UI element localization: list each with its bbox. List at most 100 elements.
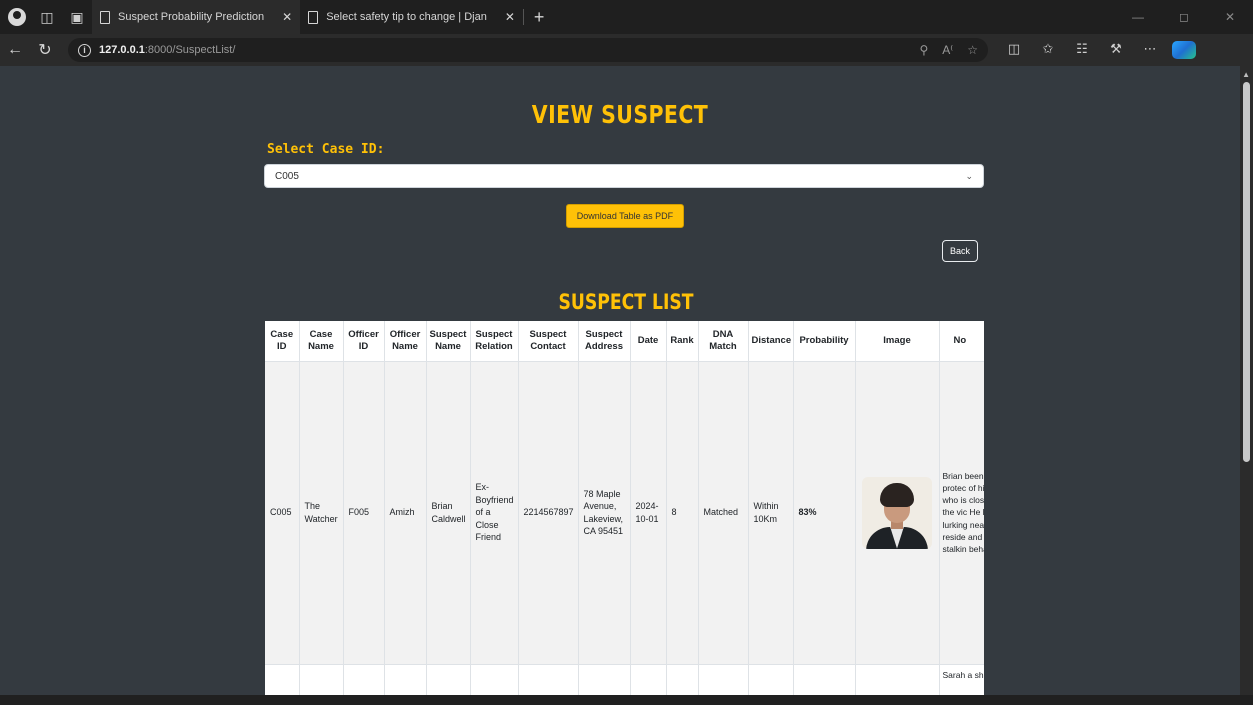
header-rank: Rank: [666, 321, 699, 362]
suspect-table-container[interactable]: Case ID Case Name Officer ID Officer Nam…: [265, 321, 984, 695]
cell-date: 2024-10-01: [630, 361, 667, 665]
header-dna-match: DNA Match: [698, 321, 749, 362]
cell-probability: [793, 664, 856, 695]
scrollbar-thumb[interactable]: [1243, 82, 1250, 462]
url-port: :8000: [144, 44, 173, 56]
cell-suspect-name: Brian Caldwell: [426, 361, 471, 665]
url-host: 127.0.0.1: [99, 44, 145, 56]
new-tab-icon[interactable]: +: [524, 7, 555, 28]
cell-case-id: C005: [265, 361, 300, 665]
suspect-list-title: SUSPECT LIST: [558, 290, 694, 314]
header-suspect-contact: Suspect Contact: [518, 321, 579, 362]
address-bar: ← ↻ i 127.0.0.1:8000/SuspectList/ ⚲ A⁽ ☆…: [0, 34, 1253, 66]
page-icon: [308, 10, 319, 24]
header-case-name: Case Name: [299, 321, 344, 362]
header-case-id: Case ID: [265, 321, 300, 362]
restore-icon[interactable]: ◻: [1161, 10, 1207, 24]
url-actions: ⚲ A⁽ ☆: [919, 43, 978, 57]
refresh-icon[interactable]: ↻: [30, 40, 60, 60]
cell-officer-name: Amizh: [384, 361, 427, 665]
cell-suspect-contact: 2214567897: [518, 361, 579, 665]
info-icon[interactable]: i: [78, 43, 91, 57]
header-distance: Distance: [748, 321, 794, 362]
header-suspect-name: Suspect Name: [426, 321, 471, 362]
more-options-icon[interactable]: ⋯: [1138, 41, 1162, 59]
tab-title: Suspect Probability Prediction: [118, 11, 265, 23]
header-image: Image: [855, 321, 940, 362]
window-controls: — ◻ ✕: [1115, 10, 1253, 24]
suspect-table: Case ID Case Name Officer ID Officer Nam…: [265, 321, 984, 695]
header-suspect-relation: Suspect Relation: [470, 321, 519, 362]
table-header-row: Case ID Case Name Officer ID Officer Nam…: [265, 321, 984, 362]
scroll-up-arrow-icon[interactable]: ▲: [1242, 70, 1250, 79]
favorite-star-icon[interactable]: ☆: [967, 43, 978, 57]
cell-probability: 83%: [793, 361, 856, 665]
header-notes: No: [939, 321, 984, 362]
cell-suspect-address: 78 Maple Avenue, Lakeview, CA 95451: [578, 361, 631, 665]
close-icon[interactable]: ✕: [505, 10, 515, 24]
toolbar-buttons: ◫ ✩ ☷ ⚒ ⋯: [1002, 41, 1196, 59]
case-select-label: Select Case ID:: [267, 142, 385, 157]
tab-suspect-probability[interactable]: Suspect Probability Prediction ✕: [92, 0, 301, 34]
close-icon[interactable]: ✕: [282, 10, 292, 24]
case-id-select[interactable]: C005 ⌄: [264, 164, 984, 188]
favorites-icon[interactable]: ✩: [1036, 41, 1060, 59]
table-row: Sarah a shor: [265, 664, 984, 695]
cell-suspect-name: [426, 664, 471, 695]
page-icon: [100, 10, 110, 24]
cell-notes: Sarah a shor: [939, 664, 984, 695]
tab-safety-tip[interactable]: Select safety tip to change | Djan ✕: [300, 0, 523, 34]
cell-notes: Brian been obsess protec of his girlfrie…: [939, 361, 984, 665]
extensions-icon[interactable]: ⚒: [1104, 41, 1128, 59]
read-aloud-icon[interactable]: A⁽: [942, 43, 953, 57]
download-pdf-button[interactable]: Download Table as PDF: [566, 204, 684, 228]
cell-suspect-address: [578, 664, 631, 695]
profile-icon[interactable]: [8, 8, 26, 26]
cell-case-name: The Watcher: [299, 361, 344, 665]
chevron-down-icon: ⌄: [965, 170, 973, 181]
page-content: VIEW SUSPECT Select Case ID: C005 ⌄ Down…: [0, 66, 1240, 695]
copilot-icon[interactable]: [1172, 41, 1196, 59]
cell-officer-name: [384, 664, 427, 695]
cell-case-id: [265, 664, 300, 695]
minimize-icon[interactable]: —: [1115, 10, 1161, 24]
header-probability: Probability: [793, 321, 856, 362]
header-suspect-address: Suspect Address: [578, 321, 631, 362]
header-date: Date: [630, 321, 667, 362]
cell-image: [855, 361, 940, 665]
split-screen-icon[interactable]: ◫: [1002, 41, 1026, 59]
window-close-icon[interactable]: ✕: [1207, 10, 1253, 24]
cell-image: [855, 664, 940, 695]
tab-title: Select safety tip to change | Djan: [326, 11, 487, 23]
page-title: VIEW SUSPECT: [531, 100, 709, 129]
header-officer-id: Officer ID: [343, 321, 385, 362]
table-row: C005 The Watcher F005 Amizh Brian Caldwe…: [265, 361, 984, 665]
url-text: 127.0.0.1:8000/SuspectList/: [99, 44, 235, 56]
cell-officer-id: F005: [343, 361, 385, 665]
workspaces-icon[interactable]: ◫: [32, 0, 62, 34]
cell-suspect-relation: [470, 664, 519, 695]
cell-dna-match: Matched: [698, 361, 749, 665]
url-path: /SuspectList/: [172, 44, 236, 56]
url-field[interactable]: i 127.0.0.1:8000/SuspectList/ ⚲ A⁽ ☆: [68, 38, 988, 62]
cell-rank: [666, 664, 699, 695]
cell-suspect-relation: Ex-Boyfriend of a Close Friend: [470, 361, 519, 665]
cell-dna-match: [698, 664, 749, 695]
header-officer-name: Officer Name: [384, 321, 427, 362]
cell-case-name: [299, 664, 344, 695]
suspect-photo: [862, 476, 932, 549]
os-taskbar: [0, 695, 1253, 705]
browser-tab-bar: ◫ ▣ Suspect Probability Prediction ✕ Sel…: [0, 0, 1253, 34]
case-select-value: C005: [275, 170, 299, 182]
collections-icon[interactable]: ☷: [1070, 41, 1094, 59]
zoom-icon[interactable]: ⚲: [919, 43, 928, 57]
cell-officer-id: [343, 664, 385, 695]
cell-distance: Within 10Km: [748, 361, 794, 665]
cell-date: [630, 664, 667, 695]
back-button[interactable]: Back: [942, 240, 978, 262]
cell-suspect-contact: [518, 664, 579, 695]
cell-rank: 8: [666, 361, 699, 665]
cell-distance: [748, 664, 794, 695]
back-arrow-icon[interactable]: ←: [0, 41, 30, 59]
tab-actions-icon[interactable]: ▣: [62, 0, 92, 34]
